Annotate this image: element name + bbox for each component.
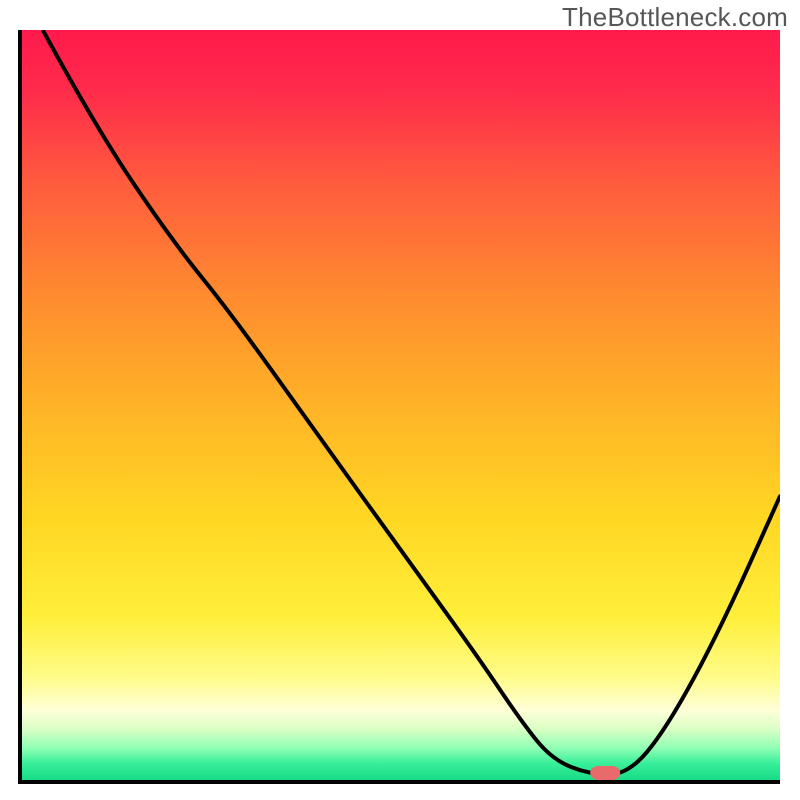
gradient-background [20, 30, 780, 782]
bottleneck-curve-chart [0, 0, 800, 800]
watermark-text: TheBottleneck.com [562, 2, 788, 33]
optimal-point-marker [590, 766, 620, 780]
chart-container: TheBottleneck.com [0, 0, 800, 800]
